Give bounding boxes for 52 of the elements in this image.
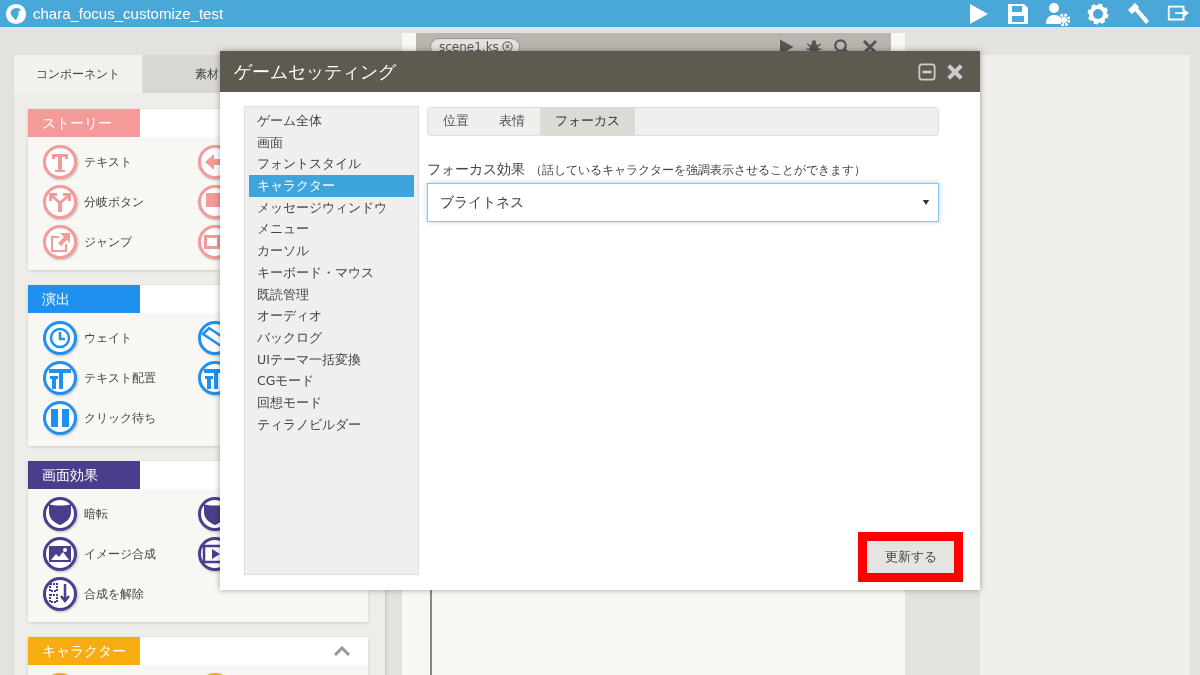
menu-item[interactable]: 画面 (249, 131, 414, 154)
menu-item[interactable]: 回想モード (249, 391, 414, 414)
menu-item[interactable]: ゲーム全体 (249, 110, 414, 132)
menu-item[interactable]: オーディオ (249, 305, 414, 327)
menu-item[interactable]: CGモード (249, 370, 414, 392)
component-label[interactable]: テキスト配置 (84, 369, 156, 387)
menu-item[interactable]: フォントスタイル (249, 153, 414, 176)
menu-item[interactable]: ティラノビルダー (249, 413, 414, 436)
save-icon[interactable] (1006, 1, 1030, 26)
menu-item[interactable]: バックログ (249, 326, 414, 349)
jump-icon[interactable] (42, 224, 78, 260)
component-label[interactable]: 暗転 (84, 505, 108, 523)
menu-item[interactable]: UIテーマ一括変換 (249, 348, 414, 371)
field-hint: （話しているキャラクターを強調表示させることができます） (530, 163, 867, 177)
shield-icon[interactable] (42, 496, 78, 532)
panel-tab[interactable]: コンポーネント (14, 55, 142, 93)
menu-item[interactable]: メッセージウィンドウ (249, 196, 414, 219)
section-title: 演出 (28, 285, 140, 313)
minimize-icon[interactable] (918, 62, 936, 81)
chevron-up-icon[interactable] (334, 646, 350, 656)
branch-icon[interactable] (42, 184, 78, 220)
component-label[interactable]: クリック待ち (84, 409, 156, 427)
component-label[interactable]: ジャンプ (84, 233, 132, 251)
project-title: chara_focus_customize_test (33, 5, 224, 22)
unmerge-icon[interactable] (42, 576, 78, 612)
tab[interactable]: 表情 (484, 108, 540, 135)
menu-item[interactable]: キーボード・マウス (249, 261, 414, 284)
dropdown-arrow-icon[interactable] (922, 199, 930, 206)
section-title: キャラクター (28, 637, 140, 665)
component-label[interactable]: ウェイト (84, 329, 132, 347)
tab[interactable]: 位置 (428, 108, 484, 135)
component-label[interactable]: テキスト (84, 153, 132, 171)
text-icon[interactable] (42, 144, 78, 180)
textpos-icon[interactable] (42, 360, 78, 396)
image-icon[interactable] (42, 536, 78, 572)
tab[interactable]: フォーカス (540, 108, 635, 135)
field-label: フォーカス効果 (427, 161, 525, 177)
user-settings-icon[interactable] (1046, 1, 1070, 26)
section-title: ストーリー (28, 109, 140, 137)
select-field[interactable]: ブライトネス (427, 183, 939, 222)
menu-item[interactable]: メニュー (249, 218, 414, 241)
settings-icon[interactable] (1086, 1, 1110, 26)
update-button[interactable]: 更新する (867, 541, 954, 573)
pause-icon[interactable] (42, 400, 78, 436)
section-title: 画面効果 (28, 461, 140, 489)
menu-item[interactable]: カーソル (249, 240, 414, 262)
component-label[interactable]: イメージ合成 (84, 545, 156, 563)
component-label[interactable]: 合成を解除 (84, 585, 144, 603)
component-label[interactable]: 分岐ボタン (84, 193, 144, 211)
clock-icon[interactable] (42, 320, 78, 356)
hammer-icon[interactable] (1126, 1, 1150, 26)
menu-item[interactable]: 既読管理 (249, 283, 414, 306)
